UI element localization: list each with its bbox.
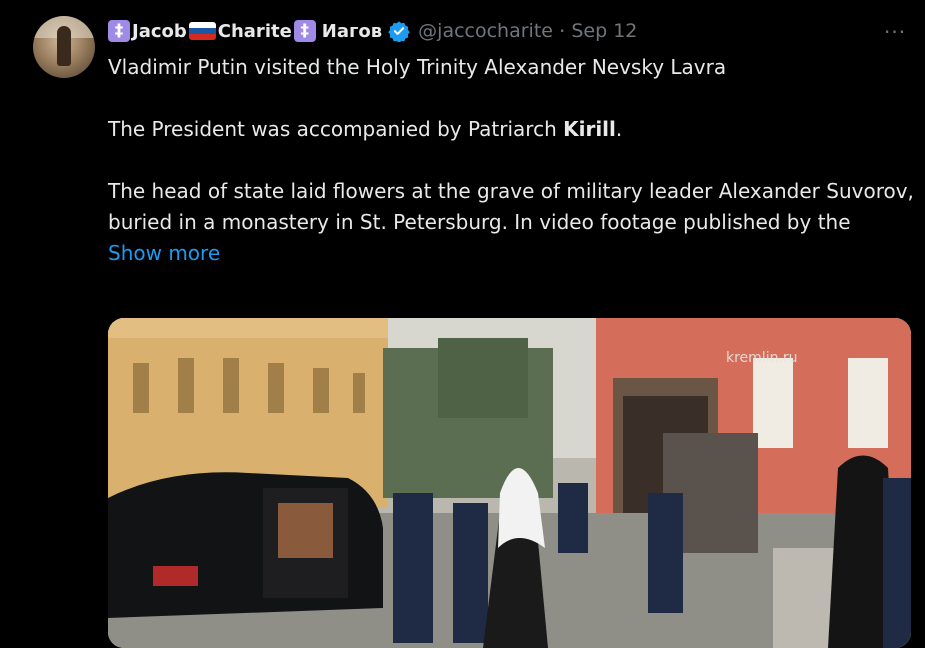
- car: [108, 472, 383, 618]
- video-frame: [108, 318, 911, 648]
- more-options-icon[interactable]: ···: [884, 20, 906, 44]
- author-handle[interactable]: @jaccocharite: [418, 20, 553, 42]
- tweet-line-3: The head of state laid flowers at the gr…: [108, 176, 918, 238]
- tweet-line-1: Vladimir Putin visited the Holy Trinity …: [108, 52, 918, 83]
- orthodox-cross-icon-2: ‡: [294, 20, 316, 42]
- tweet-date[interactable]: Sep 12: [571, 20, 637, 42]
- orthodox-cross-icon: ‡: [108, 20, 130, 42]
- kremlin-watermark: kremlin.ru: [726, 350, 798, 366]
- author-avatar[interactable]: [33, 16, 95, 78]
- show-more-link[interactable]: Show more: [108, 238, 918, 269]
- tweet-line-2-suffix: .: [616, 117, 622, 141]
- russia-flag-icon: [189, 22, 216, 40]
- tweet-line-2: The President was accompanied by Patriar…: [108, 114, 918, 145]
- tweet-video[interactable]: [108, 318, 911, 648]
- separator-dot: ·: [559, 19, 565, 43]
- verified-badge-icon[interactable]: [388, 20, 410, 42]
- flag-stripe-red: [189, 34, 216, 40]
- avatar-figure: [57, 26, 71, 66]
- author-name-part-3[interactable]: Иагов: [322, 21, 382, 42]
- author-name-part-1[interactable]: Jacob: [132, 21, 187, 42]
- patriarch-name: Kirill: [563, 117, 616, 141]
- tweet-header: ‡ Jacob Charite ‡ Иагов @jaccocharite · …: [108, 18, 637, 44]
- author-name-part-2[interactable]: Charite: [218, 21, 292, 42]
- monks: [828, 456, 911, 648]
- tweet-line-2-prefix: The President was accompanied by Patriar…: [108, 117, 563, 141]
- tweet-text: Vladimir Putin visited the Holy Trinity …: [108, 52, 918, 269]
